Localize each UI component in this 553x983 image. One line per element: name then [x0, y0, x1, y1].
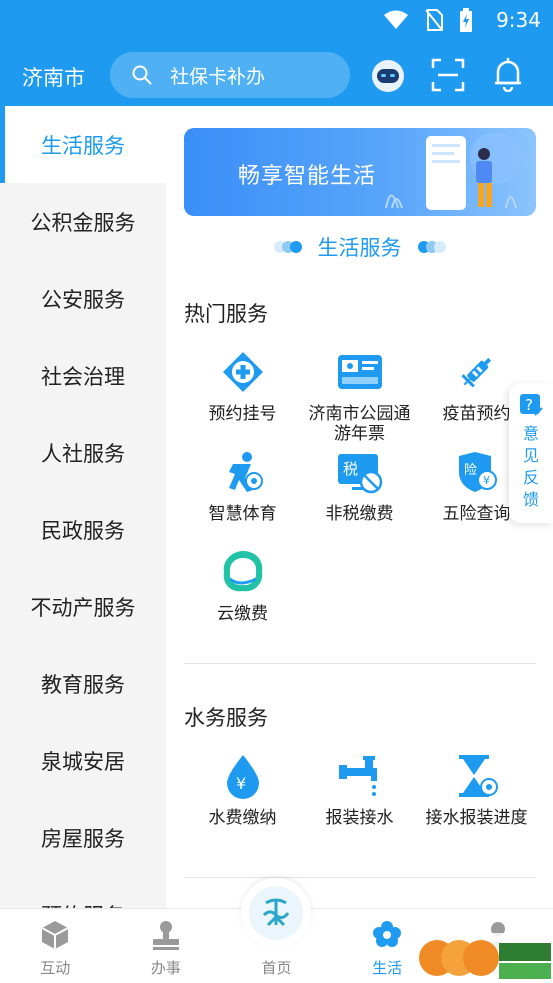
nav-label: 首页 — [261, 959, 292, 977]
water-services-grid: ¥ 水费缴纳 报装接水 接水报装进度 — [184, 752, 536, 852]
sidebar-item-education[interactable]: 教育服务 — [0, 645, 166, 722]
battery-charging-icon — [460, 8, 472, 32]
decor-dots-left — [273, 241, 302, 253]
home-logo-button[interactable] — [241, 878, 311, 948]
decor-dots-right — [417, 241, 446, 253]
svg-text:¥: ¥ — [483, 474, 490, 487]
sidebar-item-police[interactable]: 公安服务 — [0, 260, 166, 337]
sports-icon — [219, 448, 267, 496]
svg-text:税: 税 — [343, 460, 358, 478]
service-label: 水费缴纳 — [208, 808, 277, 828]
section-title: 生活服务 — [317, 236, 402, 260]
svg-text:险: 险 — [464, 463, 477, 478]
cube-icon — [41, 921, 69, 949]
sidebar-item-label: 社会治理 — [41, 364, 125, 389]
robot-assistant-icon[interactable] — [370, 58, 406, 94]
service-non-tax-payment[interactable]: 税 非税缴费 — [301, 448, 418, 548]
sidebar-item-housing[interactable]: 房屋服务 — [0, 799, 166, 876]
sidebar-item-label: 房屋服务 — [41, 826, 125, 851]
svg-text:?: ? — [525, 396, 533, 414]
hospital-cross-icon — [219, 348, 267, 396]
water-tap-icon — [336, 752, 384, 800]
app-header: 9:34 济南市 社保卡补办 — [0, 0, 553, 106]
sidebar-item-label: 民政服务 — [41, 518, 125, 543]
main-content: 畅享智能生活 生活服务 热门服务 预约挂号 济南市公园通游年票 疫苗预约 智慧体… — [166, 106, 553, 908]
city-selector[interactable]: 济南市 — [22, 62, 85, 92]
group-divider — [184, 663, 536, 664]
sidebar-item-label: 人社服务 — [41, 441, 125, 466]
hot-services-grid: 预约挂号 济南市公园通游年票 疫苗预约 智慧体育 税 非税缴费 险 ¥ 五险查询… — [184, 348, 536, 648]
service-park-pass[interactable]: 济南市公园通游年票 — [301, 348, 418, 448]
search-bar[interactable]: 社保卡补办 — [110, 52, 350, 98]
sidebar-item-hr-social[interactable]: 人社服务 — [0, 414, 166, 491]
stamp-icon — [152, 921, 179, 950]
sidebar-item-label: 公安服务 — [41, 287, 125, 312]
service-label: 接水报装进度 — [425, 808, 528, 828]
search-icon — [132, 65, 152, 85]
bell-icon[interactable] — [492, 56, 524, 93]
service-smart-sports[interactable]: 智慧体育 — [184, 448, 301, 548]
banner-illustration — [385, 132, 522, 210]
status-time: 9:34 — [496, 8, 541, 32]
sidebar-item-label: 公积金服务 — [30, 210, 136, 235]
sidebar-item-appointment[interactable]: 预约服务 — [0, 876, 166, 909]
sidebar-item-civil-affairs[interactable]: 民政服务 — [0, 491, 166, 568]
sidebar-item-label: 教育服务 — [41, 672, 125, 697]
water-drop-yen-icon: ¥ — [219, 752, 267, 800]
sidebar-item-housing-fund[interactable]: 公积金服务 — [0, 183, 166, 260]
status-bar: 9:34 — [0, 0, 553, 40]
sidebar-item-label: 泉城安居 — [41, 749, 125, 774]
service-label: 云缴费 — [217, 604, 268, 624]
search-placeholder: 社保卡补办 — [170, 65, 266, 88]
service-label: 济南市公园通游年票 — [308, 404, 411, 444]
service-label: 报装接水 — [325, 808, 394, 828]
service-label: 预约挂号 — [208, 404, 277, 424]
service-appointment-registration[interactable]: 预约挂号 — [184, 348, 301, 448]
feedback-tab[interactable]: ? 意见反馈 — [509, 383, 553, 523]
group-divider — [184, 877, 536, 878]
sidebar-item-life[interactable]: 生活服务 — [0, 106, 166, 183]
promo-banner[interactable]: 畅享智能生活 — [184, 128, 536, 216]
service-label: 智慧体育 — [208, 504, 277, 524]
group-title-hot: 热门服务 — [184, 302, 268, 326]
nav-label: 互动 — [40, 959, 71, 977]
service-cloud-pay[interactable]: 云缴费 — [184, 548, 301, 648]
tax-payment-icon: 税 — [336, 448, 384, 496]
sidebar-item-real-estate[interactable]: 不动产服务 — [0, 568, 166, 645]
sidebar-item-governance[interactable]: 社会治理 — [0, 337, 166, 414]
feedback-label: 意见反馈 — [522, 424, 539, 509]
sidebar-item-label: 预约服务 — [41, 900, 125, 909]
nav-label: 生活 — [372, 959, 403, 977]
status-icons — [383, 8, 473, 32]
sidebar-item-label: 生活服务 — [41, 133, 125, 158]
nav-affairs[interactable]: 办事 — [111, 909, 222, 983]
feedback-question-icon: ? — [520, 394, 543, 416]
svg-text:¥: ¥ — [236, 774, 246, 793]
sidebar-item-quancheng-home[interactable]: 泉城安居 — [0, 722, 166, 799]
cloud-pay-icon — [219, 548, 267, 596]
nav-label: 办事 — [150, 959, 181, 977]
group-title-water: 水务服务 — [184, 706, 268, 730]
scan-icon[interactable] — [431, 58, 465, 92]
service-label: 非税缴费 — [325, 504, 394, 524]
hourglass-icon — [453, 752, 501, 800]
banner-title: 畅享智能生活 — [238, 164, 377, 189]
syringe-icon — [453, 348, 501, 396]
nav-interaction[interactable]: 互动 — [0, 909, 111, 983]
no-sim-icon — [425, 9, 443, 31]
service-water-bill[interactable]: ¥ 水费缴纳 — [184, 752, 301, 852]
insurance-shield-icon: 险 ¥ — [453, 448, 501, 496]
section-heading: 生活服务 — [166, 232, 553, 262]
home-logo-icon — [249, 886, 303, 940]
wifi-icon — [384, 10, 408, 29]
watermark-logo — [415, 933, 553, 983]
flower-icon — [373, 921, 402, 947]
category-sidebar: 生活服务 公积金服务 公安服务 社会治理 人社服务 民政服务 不动产服务 教育服… — [0, 106, 166, 908]
sidebar-item-label: 不动产服务 — [30, 595, 136, 620]
service-water-installation[interactable]: 报装接水 — [301, 752, 418, 852]
park-ticket-icon — [336, 348, 384, 396]
service-installation-progress[interactable]: 接水报装进度 — [418, 752, 535, 852]
